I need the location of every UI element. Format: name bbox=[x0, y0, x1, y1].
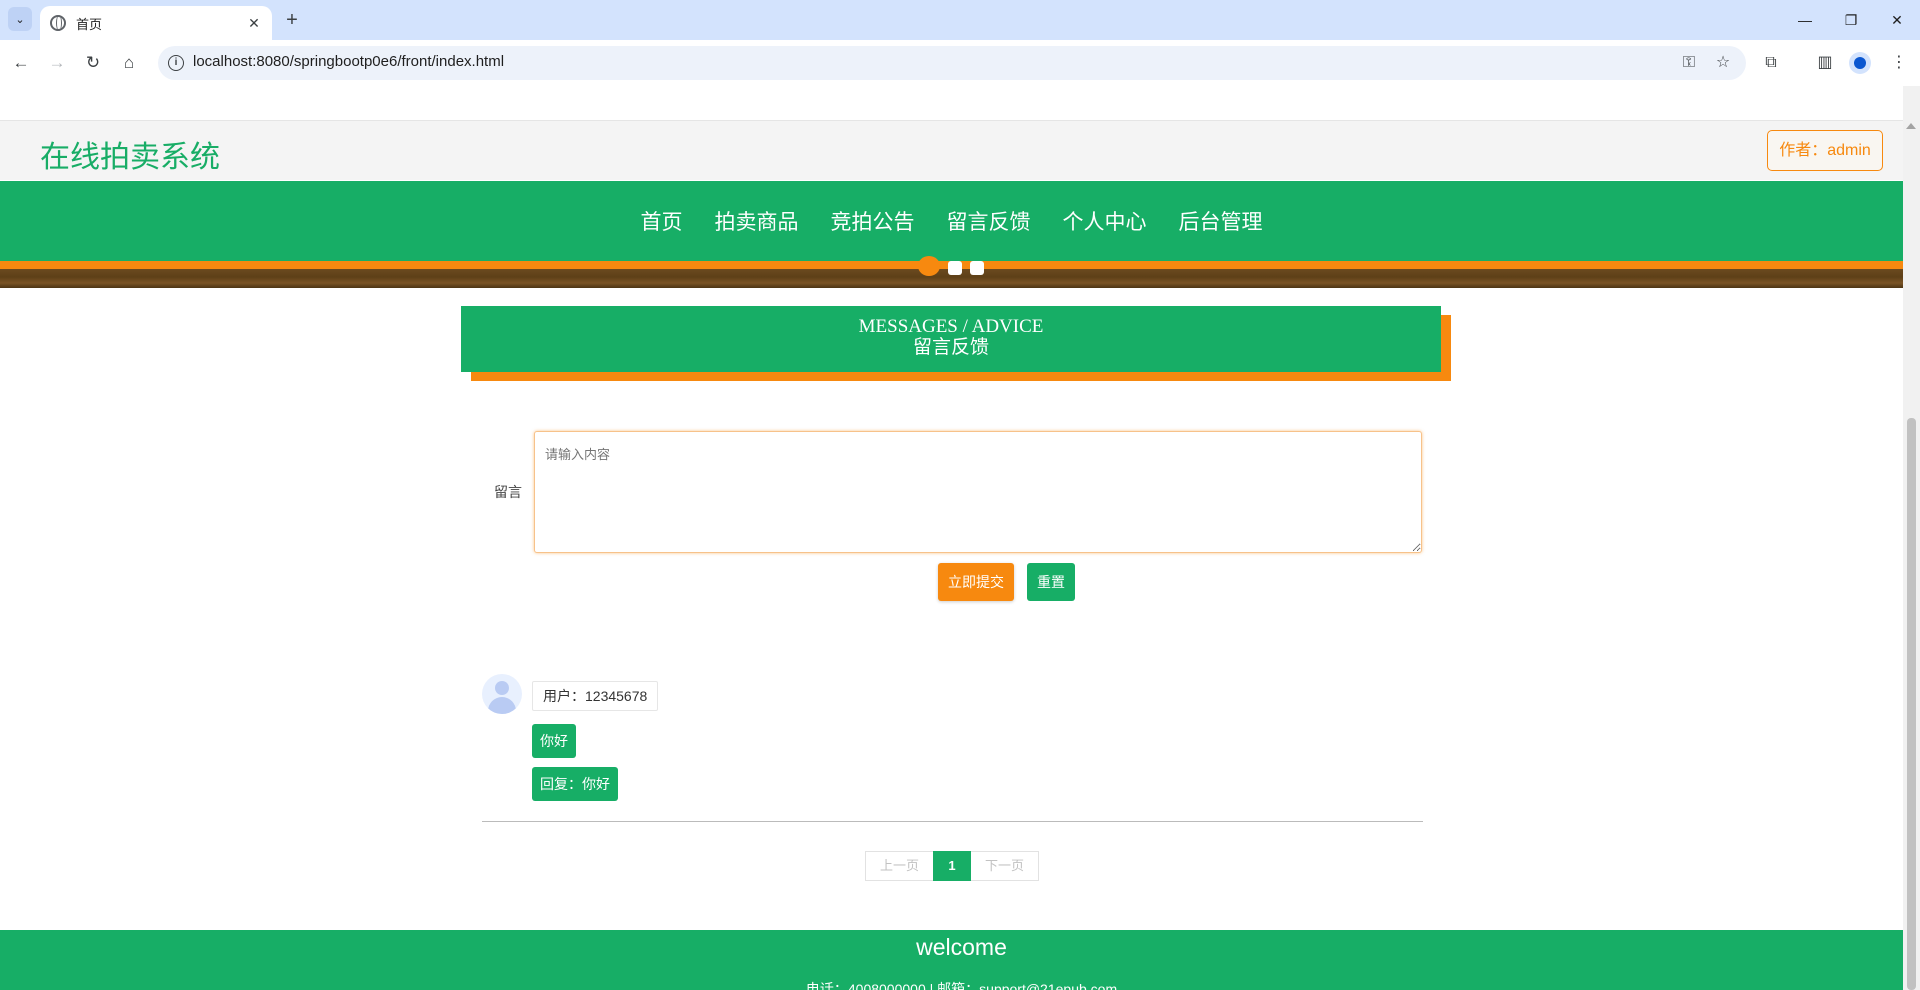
author-button[interactable]: 作者：admin bbox=[1767, 130, 1883, 171]
close-tab-icon[interactable]: ✕ bbox=[246, 15, 262, 32]
scrollbar-thumb[interactable] bbox=[1907, 418, 1916, 990]
nav-profile[interactable]: 个人中心 bbox=[1063, 206, 1147, 236]
password-key-icon[interactable]: ⚿ bbox=[1676, 50, 1702, 76]
next-page-button[interactable]: 下一页 bbox=[971, 851, 1039, 881]
pagination: 上一页 1 下一页 bbox=[865, 851, 1039, 881]
nav-auction-items[interactable]: 拍卖商品 bbox=[715, 206, 799, 236]
close-window-button[interactable]: ✕ bbox=[1874, 0, 1920, 40]
profile-icon[interactable] bbox=[1849, 52, 1871, 74]
restore-button[interactable]: ❐ bbox=[1828, 0, 1874, 40]
message-content: 你好 bbox=[532, 724, 576, 758]
reload-icon[interactable]: ↻ bbox=[80, 50, 106, 76]
submit-button[interactable]: 立即提交 bbox=[938, 563, 1014, 601]
home-icon[interactable]: ⌂ bbox=[116, 50, 142, 76]
section-header: MESSAGES / ADVICE 留言反馈 bbox=[461, 306, 1441, 372]
site-title: 在线拍卖系统 bbox=[40, 141, 220, 174]
nav-announcements[interactable]: 竞拍公告 bbox=[831, 206, 915, 236]
message-input[interactable] bbox=[534, 431, 1422, 553]
back-icon[interactable]: ← bbox=[8, 50, 34, 76]
chrome-menu-icon[interactable]: ⋮ bbox=[1886, 50, 1912, 76]
extensions-icon[interactable]: ⧉ bbox=[1758, 50, 1784, 76]
message-label: 留言 bbox=[494, 484, 522, 500]
current-page-button[interactable]: 1 bbox=[933, 851, 971, 881]
new-tab-button[interactable]: + bbox=[280, 9, 304, 33]
avatar bbox=[482, 674, 522, 714]
main-nav: 首页 拍卖商品 竞拍公告 留言反馈 个人中心 后台管理 bbox=[0, 181, 1903, 261]
footer-title: welcome bbox=[916, 934, 1007, 960]
reset-button[interactable]: 重置 bbox=[1027, 563, 1075, 601]
message-reply: 回复：你好 bbox=[532, 767, 618, 801]
section-title-en: MESSAGES / ADVICE bbox=[858, 316, 1044, 337]
carousel-dot[interactable] bbox=[948, 261, 962, 275]
browser-tab[interactable]: 首页 ✕ bbox=[40, 6, 272, 40]
minimize-button[interactable]: — bbox=[1782, 0, 1828, 40]
bookmark-star-icon[interactable]: ☆ bbox=[1710, 50, 1736, 76]
side-panel-icon[interactable]: ▥ bbox=[1812, 50, 1838, 76]
nav-admin[interactable]: 后台管理 bbox=[1179, 206, 1263, 236]
section-title-cn: 留言反馈 bbox=[912, 337, 989, 358]
divider bbox=[482, 821, 1423, 822]
nav-home[interactable]: 首页 bbox=[641, 206, 683, 236]
globe-icon bbox=[50, 15, 66, 31]
address-url[interactable]: localhost:8080/springbootp0e6/front/inde… bbox=[193, 53, 504, 70]
prev-page-button[interactable]: 上一页 bbox=[865, 851, 933, 881]
scroll-up-arrow-icon[interactable] bbox=[1906, 123, 1916, 129]
page-viewport: 在线拍卖系统 作者：admin 首页 拍卖商品 竞拍公告 留言反馈 个人中心 后… bbox=[0, 86, 1903, 990]
site-header bbox=[0, 120, 1903, 180]
tab-title: 首页 bbox=[76, 16, 103, 32]
message-user: 用户：12345678 bbox=[532, 681, 659, 711]
carousel-dot-active[interactable] bbox=[918, 256, 940, 276]
site-info-icon[interactable]: i bbox=[168, 55, 184, 71]
forward-icon[interactable]: → bbox=[44, 50, 70, 76]
tab-list-icon[interactable]: ⌄ bbox=[8, 7, 32, 31]
nav-feedback[interactable]: 留言反馈 bbox=[947, 206, 1031, 236]
carousel-dot[interactable] bbox=[970, 261, 984, 275]
footer-contact: 电话：4008000000 | 邮箱：support@21epub.com bbox=[805, 981, 1118, 990]
